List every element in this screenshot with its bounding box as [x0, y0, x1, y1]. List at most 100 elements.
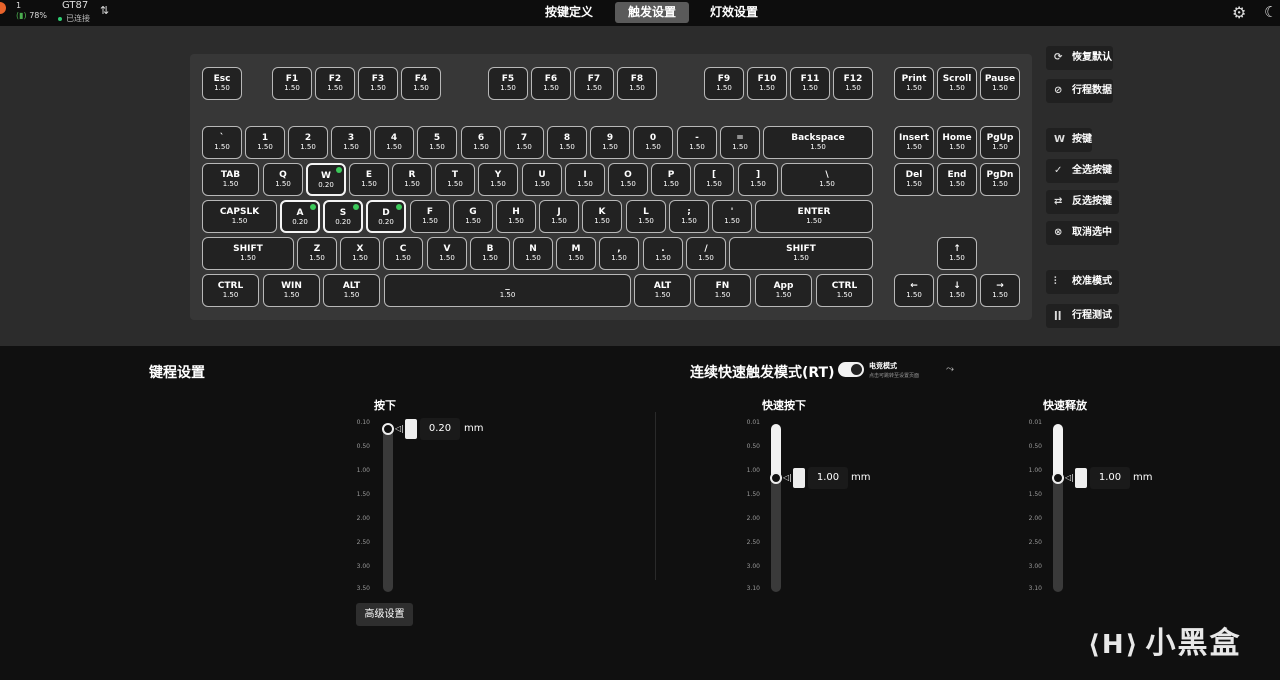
key-31[interactable]: Home 1.50	[937, 126, 977, 159]
key-67[interactable]: V 1.50	[427, 237, 467, 270]
device-info[interactable]: GT87 已连接	[58, 0, 90, 23]
key-79[interactable]: _ 1.50	[384, 274, 631, 307]
key-21[interactable]: 5 1.50	[417, 126, 457, 159]
key-52[interactable]: S 0.20	[323, 200, 363, 233]
key-58[interactable]: K 1.50	[582, 200, 622, 233]
press-handle[interactable]	[405, 419, 417, 439]
key-11[interactable]: F11 1.50	[790, 67, 830, 100]
key-75[interactable]: ↑ 1.50	[937, 237, 977, 270]
key-14[interactable]: Scroll 1.50	[937, 67, 977, 100]
press-slider[interactable]	[383, 424, 393, 592]
key-49[interactable]: PgDn 1.50	[980, 163, 1020, 196]
key-51[interactable]: A 0.20	[280, 200, 320, 233]
key-81[interactable]: FN 1.50	[694, 274, 751, 307]
key-70[interactable]: M 1.50	[556, 237, 596, 270]
side-button-4[interactable]: ⇄ 反选按键	[1046, 190, 1119, 214]
key-2[interactable]: F2 1.50	[315, 67, 355, 100]
key-35[interactable]: W 0.20	[306, 163, 346, 196]
rt-toggle[interactable]	[838, 362, 864, 377]
key-5[interactable]: F5 1.50	[488, 67, 528, 100]
key-12[interactable]: F12 1.50	[833, 67, 873, 100]
key-39[interactable]: Y 1.50	[478, 163, 518, 196]
key-42[interactable]: O 1.50	[608, 163, 648, 196]
key-55[interactable]: G 1.50	[453, 200, 493, 233]
key-29[interactable]: Backspace 1.50	[763, 126, 873, 159]
key-61[interactable]: ' 1.50	[712, 200, 752, 233]
key-30[interactable]: Insert 1.50	[894, 126, 934, 159]
key-1[interactable]: F1 1.50	[272, 67, 312, 100]
key-19[interactable]: 3 1.50	[331, 126, 371, 159]
fast-press-slider-knob[interactable]	[770, 472, 782, 484]
tab-trigger-settings[interactable]: 触发设置	[615, 2, 689, 23]
key-66[interactable]: C 1.50	[383, 237, 423, 270]
key-40[interactable]: U 1.50	[522, 163, 562, 196]
switch-device-icon[interactable]: ⇅	[100, 4, 109, 17]
key-8[interactable]: F8 1.50	[617, 67, 657, 100]
side-button-1[interactable]: ⊘ 行程数据	[1046, 79, 1113, 103]
key-62[interactable]: ENTER 1.50	[755, 200, 873, 233]
fast-release-handle[interactable]	[1075, 468, 1087, 488]
key-74[interactable]: SHIFT 1.50	[729, 237, 873, 270]
key-53[interactable]: D 0.20	[366, 200, 406, 233]
key-76[interactable]: CTRL 1.50	[202, 274, 259, 307]
key-3[interactable]: F3 1.50	[358, 67, 398, 100]
key-50[interactable]: CAPSLK 1.50	[202, 200, 277, 233]
side-button-2[interactable]: W 按键	[1046, 128, 1092, 152]
tab-key-mapping[interactable]: 按键定义	[538, 2, 600, 23]
key-36[interactable]: E 1.50	[349, 163, 389, 196]
key-83[interactable]: CTRL 1.50	[816, 274, 873, 307]
key-7[interactable]: F7 1.50	[574, 67, 614, 100]
key-84[interactable]: ← 1.50	[894, 274, 934, 307]
key-24[interactable]: 8 1.50	[547, 126, 587, 159]
key-82[interactable]: App 1.50	[755, 274, 812, 307]
key-45[interactable]: ] 1.50	[738, 163, 778, 196]
key-0[interactable]: Esc 1.50	[202, 67, 242, 100]
key-78[interactable]: ALT 1.50	[323, 274, 380, 307]
key-80[interactable]: ALT 1.50	[634, 274, 691, 307]
esports-mode-label[interactable]: 电竞模式	[869, 361, 897, 371]
side-button-3[interactable]: ✓ 全选按键	[1046, 159, 1119, 183]
key-85[interactable]: ↓ 1.50	[937, 274, 977, 307]
key-34[interactable]: Q 1.50	[263, 163, 303, 196]
press-value-input[interactable]: 0.20	[420, 418, 460, 440]
key-54[interactable]: F 1.50	[410, 200, 450, 233]
key-20[interactable]: 4 1.50	[374, 126, 414, 159]
fast-press-slider[interactable]	[771, 424, 781, 592]
key-4[interactable]: F4 1.50	[401, 67, 441, 100]
key-22[interactable]: 6 1.50	[461, 126, 501, 159]
key-57[interactable]: J 1.50	[539, 200, 579, 233]
moon-icon[interactable]: ☾	[1264, 3, 1277, 21]
key-63[interactable]: SHIFT 1.50	[202, 237, 294, 270]
key-15[interactable]: Pause 1.50	[980, 67, 1020, 100]
key-18[interactable]: 2 1.50	[288, 126, 328, 159]
key-16[interactable]: ` 1.50	[202, 126, 242, 159]
fast-release-slider[interactable]	[1053, 424, 1063, 592]
side-button-7[interactable]: ǀǀ 行程测试	[1046, 304, 1119, 328]
key-23[interactable]: 7 1.50	[504, 126, 544, 159]
key-86[interactable]: → 1.50	[980, 274, 1020, 307]
key-56[interactable]: H 1.50	[496, 200, 536, 233]
key-6[interactable]: F6 1.50	[531, 67, 571, 100]
key-38[interactable]: T 1.50	[435, 163, 475, 196]
key-68[interactable]: B 1.50	[470, 237, 510, 270]
key-59[interactable]: L 1.50	[626, 200, 666, 233]
key-72[interactable]: . 1.50	[643, 237, 683, 270]
key-17[interactable]: 1 1.50	[245, 126, 285, 159]
side-button-6[interactable]: ⫶ 校准模式	[1046, 270, 1119, 294]
key-44[interactable]: [1.50	[694, 163, 734, 196]
fast-release-slider-knob[interactable]	[1052, 472, 1064, 484]
key-13[interactable]: Print 1.50	[894, 67, 934, 100]
key-73[interactable]: /1.50	[686, 237, 726, 270]
tab-lighting-settings[interactable]: 灯效设置	[703, 2, 765, 23]
key-47[interactable]: Del 1.50	[894, 163, 934, 196]
key-69[interactable]: N 1.50	[513, 237, 553, 270]
key-10[interactable]: F10 1.50	[747, 67, 787, 100]
key-77[interactable]: WIN 1.50	[263, 274, 320, 307]
key-37[interactable]: R 1.50	[392, 163, 432, 196]
fast-press-value-input[interactable]: 1.00	[808, 467, 848, 489]
key-41[interactable]: I 1.50	[565, 163, 605, 196]
side-button-0[interactable]: ⟳ 恢复默认	[1046, 46, 1113, 70]
advanced-settings-button[interactable]: 高级设置	[356, 603, 413, 626]
key-46[interactable]: \ 1.50	[781, 163, 873, 196]
key-65[interactable]: X 1.50	[340, 237, 380, 270]
